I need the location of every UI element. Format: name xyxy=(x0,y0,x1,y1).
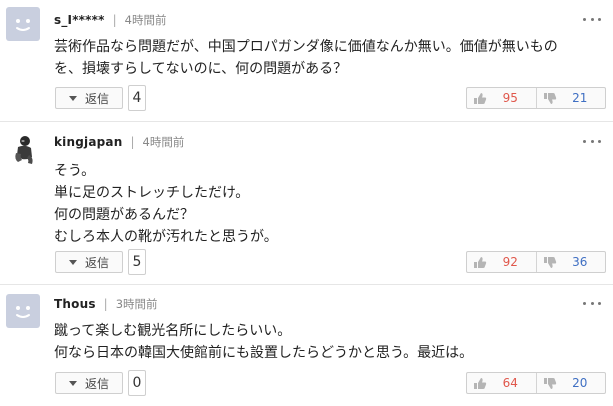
more-options-icon[interactable] xyxy=(583,136,601,146)
reply-count: 4 xyxy=(128,85,146,111)
comment-line: を、損壊すらしてないのに、何の問題がある？ xyxy=(54,61,348,77)
good-button[interactable]: 64 xyxy=(467,373,536,393)
good-button[interactable]: 92 xyxy=(467,252,536,272)
comment-line: むしろ本人の靴が汚れたと思うが。 xyxy=(54,229,278,245)
more-options-icon[interactable] xyxy=(583,298,601,308)
default-avatar-icon[interactable] xyxy=(6,294,40,328)
thumbs-up-icon xyxy=(474,377,487,389)
bad-count: 20 xyxy=(572,376,588,390)
vote-box: 95 21 xyxy=(466,87,606,109)
comment-line: 単に足のストレッチしただけ。 xyxy=(54,185,250,201)
comment-text: そう。 単に足のストレッチしただけ。 何の問題があるんだ？ むしろ本人の靴が汚れ… xyxy=(54,160,602,248)
comment-line: 蹴って楽しむ観光名所にしたらいい。 xyxy=(54,323,292,339)
default-avatar-icon[interactable] xyxy=(6,7,40,41)
thumbs-down-icon xyxy=(543,92,556,104)
reply-button[interactable]: 返信 xyxy=(55,372,123,394)
divider xyxy=(0,284,613,285)
divider xyxy=(0,121,613,122)
bad-button[interactable]: 21 xyxy=(535,88,606,108)
comment-meta: Thous | 3時間前 xyxy=(54,296,158,312)
meta-divider: | xyxy=(112,13,117,27)
comment-line: 何なら日本の韓国大使館前にも設置したらどうかと思う。最近は。 xyxy=(54,345,474,361)
timestamp: 4時間前 xyxy=(142,135,185,149)
good-count: 95 xyxy=(502,91,518,105)
chevron-down-icon xyxy=(68,95,77,101)
username[interactable]: Thous xyxy=(54,297,96,311)
bad-button[interactable]: 20 xyxy=(535,373,606,393)
user-avatar[interactable] xyxy=(8,133,40,165)
thumbs-down-icon xyxy=(543,256,556,268)
good-button[interactable]: 95 xyxy=(467,88,536,108)
good-count: 92 xyxy=(502,255,518,269)
reply-button[interactable]: 返信 xyxy=(55,87,123,109)
bad-count: 21 xyxy=(572,91,588,105)
bad-count: 36 xyxy=(572,255,588,269)
figure-avatar-icon xyxy=(15,136,33,164)
thumbs-down-icon xyxy=(543,377,556,389)
username[interactable]: kingjapan xyxy=(54,135,122,149)
comment-line: 芸術作品なら問題だが、中国プロパガンダ像に価値なんか無い。価値が無いもの xyxy=(54,39,558,55)
meta-divider: | xyxy=(103,297,108,311)
timestamp: 4時間前 xyxy=(124,13,167,27)
reply-count: 0 xyxy=(128,370,146,396)
username[interactable]: s_I***** xyxy=(54,13,105,27)
comment-line: 何の問題があるんだ？ xyxy=(54,207,194,223)
reply-label: 返信 xyxy=(84,91,109,106)
comment-meta: kingjapan | 4時間前 xyxy=(54,134,184,150)
reply-label: 返信 xyxy=(84,376,109,391)
reply-count: 5 xyxy=(128,249,146,275)
vote-box: 64 20 xyxy=(466,372,606,394)
thumbs-up-icon xyxy=(474,92,487,104)
thumbs-up-icon xyxy=(474,256,487,268)
comment-text: 蹴って楽しむ観光名所にしたらいい。 何なら日本の韓国大使館前にも設置したらどうか… xyxy=(54,320,602,364)
comment-meta: s_I***** | 4時間前 xyxy=(54,12,166,28)
more-options-icon[interactable] xyxy=(583,14,601,24)
timestamp: 3時間前 xyxy=(115,297,158,311)
vote-box: 92 36 xyxy=(466,251,606,273)
good-count: 64 xyxy=(502,376,518,390)
bad-button[interactable]: 36 xyxy=(535,252,606,272)
comment-line: そう。 xyxy=(54,163,96,179)
reply-button[interactable]: 返信 xyxy=(55,251,123,273)
chevron-down-icon xyxy=(68,259,77,265)
chevron-down-icon xyxy=(68,380,77,386)
reply-label: 返信 xyxy=(84,255,109,270)
meta-divider: | xyxy=(130,135,135,149)
comment-text: 芸術作品なら問題だが、中国プロパガンダ像に価値なんか無い。価値が無いもの を、損… xyxy=(54,36,602,80)
